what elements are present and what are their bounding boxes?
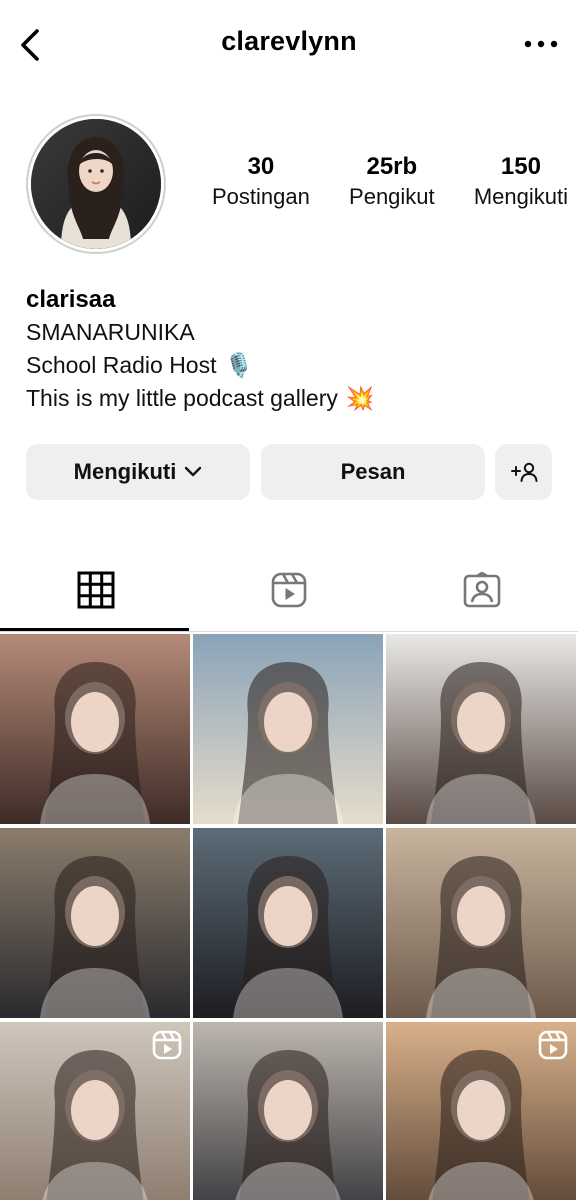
profile-header: clarevlynn: [0, 0, 578, 92]
grid-post[interactable]: [0, 1022, 190, 1200]
grid-post[interactable]: [0, 828, 190, 1018]
post-thumbnail: [386, 634, 576, 824]
post-thumbnail: [386, 828, 576, 1018]
stat-following[interactable]: 150 Mengikuti: [474, 152, 568, 222]
grid-post[interactable]: [193, 828, 383, 1018]
reels-icon: [271, 572, 307, 608]
post-thumbnail: [193, 1022, 383, 1200]
stat-posts[interactable]: 30 Postingan: [212, 152, 310, 222]
profile-username: clarevlynn: [221, 26, 357, 56]
tagged-icon: [463, 572, 501, 608]
stat-label: Postingan: [212, 184, 310, 209]
chevron-down-icon: [185, 466, 202, 477]
grid-post[interactable]: [193, 1022, 383, 1200]
tab-posts-grid[interactable]: [0, 548, 192, 632]
reel-badge-icon: [538, 1030, 568, 1060]
bio-line: School Radio Host 🎙️: [26, 349, 566, 382]
more-options-button[interactable]: [518, 30, 558, 58]
bio-text: School Radio Host: [26, 352, 217, 378]
following-label: Mengikuti: [73, 459, 177, 484]
message-button[interactable]: Pesan: [261, 444, 485, 500]
bio-text: This is my little podcast gallery: [26, 385, 338, 411]
grid-post[interactable]: [193, 634, 383, 824]
avatar: [31, 119, 161, 249]
grid-post[interactable]: [386, 828, 576, 1018]
profile-stats: 30 Postingan 25rb Pengikut 150 Mengikuti: [212, 152, 568, 222]
stat-label: Pengikut: [349, 184, 435, 209]
stat-value: 30: [247, 153, 275, 180]
more-horizontal-icon: [524, 40, 558, 48]
suggest-people-button[interactable]: [495, 444, 552, 500]
profile-avatar[interactable]: [26, 114, 166, 254]
tab-tagged[interactable]: [386, 548, 578, 632]
stat-value: 150: [500, 153, 541, 180]
profile-tabs: [0, 548, 578, 634]
grid-icon: [77, 571, 115, 609]
tab-reels[interactable]: [193, 548, 385, 632]
stat-label: Mengikuti: [473, 184, 568, 209]
bio-line: This is my little podcast gallery 💥: [26, 382, 566, 415]
posts-grid: [0, 634, 578, 1200]
microphone-emoji: 🎙️: [224, 352, 254, 378]
grid-post[interactable]: [0, 634, 190, 824]
avatar-photo: [31, 119, 161, 249]
profile-bio: clarisaa SMANARUNIKA School Radio Host 🎙…: [26, 284, 566, 415]
stat-value: 25rb: [366, 153, 418, 180]
bio-line: SMANARUNIKA: [26, 316, 566, 349]
display-name: clarisaa: [26, 286, 116, 313]
message-label: Pesan: [340, 459, 406, 484]
post-thumbnail: [193, 828, 383, 1018]
following-button[interactable]: Mengikuti: [26, 444, 250, 500]
post-thumbnail: [0, 634, 190, 824]
grid-post[interactable]: [386, 634, 576, 824]
tabs-divider: [0, 631, 578, 632]
bio-text: SMANARUNIKA: [26, 319, 195, 345]
stat-followers[interactable]: 25rb Pengikut: [349, 152, 435, 222]
post-thumbnail: [0, 828, 190, 1018]
grid-post[interactable]: [386, 1022, 576, 1200]
collision-emoji: 💥: [345, 385, 375, 411]
add-person-icon: [510, 462, 537, 482]
reel-badge-icon: [152, 1030, 182, 1060]
post-thumbnail: [193, 634, 383, 824]
